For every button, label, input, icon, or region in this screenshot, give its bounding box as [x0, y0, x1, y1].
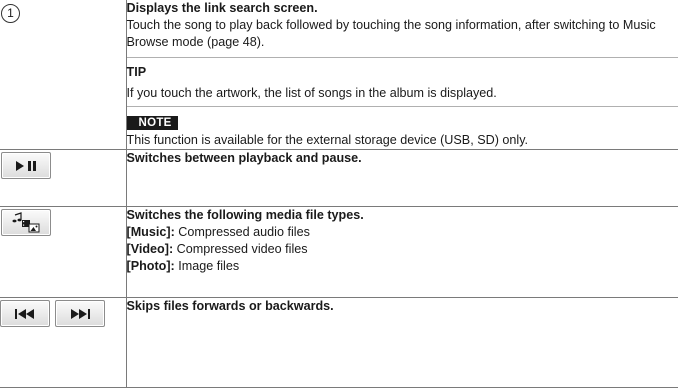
table-row: Switches between playback and pause.	[0, 150, 678, 207]
item-text: Image files	[175, 259, 239, 273]
skip-previous-button[interactable]	[0, 300, 50, 327]
row-description: Touch the song to play back followed by …	[127, 17, 678, 51]
list-item: [Photo]: Image files	[127, 258, 678, 275]
tip-text: If you touch the artwork, the list of so…	[127, 85, 678, 102]
media-type-icon	[11, 216, 41, 229]
skip-previous-icon	[14, 307, 36, 320]
description-cell: Displays the link search screen. Touch t…	[126, 0, 678, 150]
list-item: [Music]: Compressed audio files	[127, 224, 678, 241]
table-row: Switches the following media file types.…	[0, 207, 678, 298]
description-cell: Switches the following media file types.…	[126, 207, 678, 298]
note-section: NOTE This function is available for the …	[127, 106, 678, 149]
table-row: 1 Displays the link search screen. Touch…	[0, 0, 678, 150]
tip-label: TIP	[127, 64, 678, 81]
skip-next-icon	[69, 307, 91, 320]
play-pause-button[interactable]	[1, 152, 51, 179]
icon-cell	[0, 207, 126, 298]
list-item: [Video]: Compressed video files	[127, 241, 678, 258]
description-cell: Skips files forwards or backwards.	[126, 298, 678, 388]
callout-number-marker: 1	[1, 4, 20, 23]
row-title: Displays the link search screen.	[127, 0, 678, 17]
item-label: [Music]:	[127, 225, 175, 239]
icon-cell	[0, 298, 126, 388]
note-badge: NOTE	[127, 116, 178, 130]
function-reference-table: 1 Displays the link search screen. Touch…	[0, 0, 678, 388]
row-title: Switches the following media file types.	[127, 207, 678, 224]
tip-section: TIP If you touch the artwork, the list o…	[127, 57, 678, 102]
item-text: Compressed video files	[173, 242, 307, 256]
item-label: [Video]:	[127, 242, 174, 256]
table-row: Skips files forwards or backwards.	[0, 298, 678, 388]
item-text: Compressed audio files	[175, 225, 310, 239]
marker-cell: 1	[0, 0, 126, 150]
play-pause-icon	[15, 159, 37, 172]
skip-next-button[interactable]	[55, 300, 105, 327]
row-title: Switches between playback and pause.	[127, 150, 678, 167]
description-cell: Switches between playback and pause.	[126, 150, 678, 207]
note-text: This function is available for the exter…	[127, 132, 678, 149]
media-type-button[interactable]	[1, 209, 51, 236]
item-label: [Photo]:	[127, 259, 175, 273]
row-title: Skips files forwards or backwards.	[127, 298, 678, 315]
icon-cell	[0, 150, 126, 207]
